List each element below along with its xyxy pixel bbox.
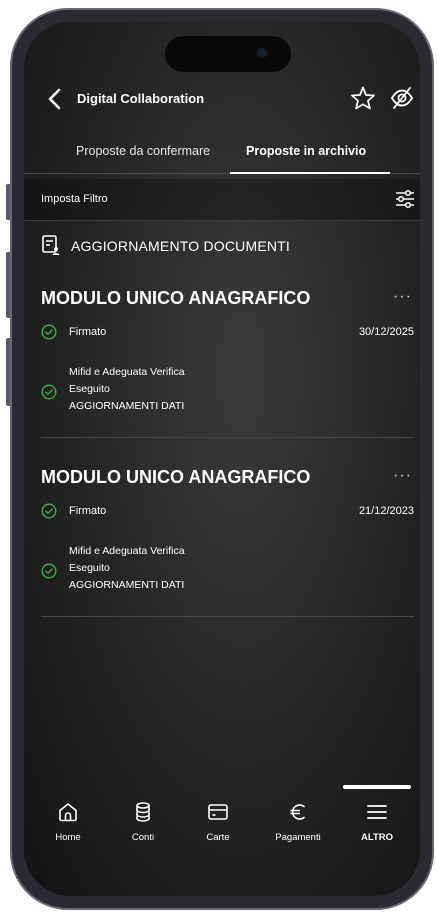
app-header: Digital Collaboration — [24, 84, 420, 116]
status-row: Firmato 30/12/2025 — [41, 324, 414, 342]
filter-bar[interactable]: Imposta Filtro — [24, 179, 420, 221]
nav-label: Conti — [131, 832, 155, 843]
star-icon[interactable] — [350, 85, 376, 111]
sub-status-block: Mifid e Adeguata Verifica Eseguito AGGIO… — [41, 545, 414, 597]
check-circle-icon — [41, 503, 57, 519]
check-circle-icon — [41, 563, 57, 579]
check-circle-icon — [41, 324, 57, 340]
sub-title: Mifid e Adeguata Verifica — [69, 545, 185, 557]
active-tab-indicator — [230, 172, 390, 174]
card-title: MODULO UNICO ANAGRAFICO — [41, 467, 311, 487]
database-icon — [136, 802, 150, 822]
section-title: AGGIORNAMENTO DOCUMENTI — [71, 238, 291, 254]
tab-proposte-da-confermare[interactable]: Proposte da confermare — [76, 144, 210, 158]
euro-icon — [290, 804, 305, 820]
nav-label: ALTRO — [360, 832, 393, 843]
nav-item-pagamenti[interactable]: Pagamenti — [258, 800, 338, 850]
nav-item-carte[interactable]: Carte — [178, 800, 258, 850]
nav-label: Carte — [206, 832, 230, 843]
sub-detail: AGGIORNAMENTI DATI — [69, 579, 185, 591]
sub-status: Eseguito — [69, 383, 110, 395]
more-options-icon[interactable]: ··· — [393, 467, 412, 485]
tab-bar: Proposte da confermare Proposte in archi… — [24, 134, 420, 174]
date-text: 21/12/2023 — [358, 505, 414, 517]
sub-status-block: Mifid e Adeguata Verifica Eseguito AGGIO… — [41, 366, 414, 418]
bottom-nav: Home Conti Carte Pagamenti ALTRO — [24, 792, 420, 852]
document-card[interactable]: MODULO UNICO ANAGRAFICO ··· Firmato 30/1… — [41, 288, 414, 438]
document-card[interactable]: MODULO UNICO ANAGRAFICO ··· Firmato 21/1… — [41, 467, 414, 617]
eye-off-icon[interactable] — [389, 85, 415, 111]
status-text: Firmato — [69, 326, 107, 338]
nav-label: Home — [55, 832, 81, 843]
nav-item-conti[interactable]: Conti — [103, 800, 183, 850]
check-circle-icon — [41, 384, 57, 400]
nav-item-home[interactable]: Home — [28, 800, 108, 850]
back-chevron-icon[interactable] — [44, 86, 66, 112]
sub-detail: AGGIORNAMENTI DATI — [69, 400, 185, 412]
filter-sliders-icon[interactable] — [394, 188, 416, 210]
app-screen: Digital Collaboration Proposte da confer… — [24, 22, 420, 896]
menu-icon — [367, 805, 387, 819]
card-icon — [208, 804, 228, 820]
sub-title: Mifid e Adeguata Verifica — [69, 366, 185, 378]
page-title: Digital Collaboration — [77, 91, 205, 106]
active-nav-indicator — [343, 785, 411, 789]
nav-item-altro[interactable]: ALTRO — [337, 800, 417, 850]
status-text: Firmato — [69, 505, 107, 517]
date-text: 30/12/2025 — [358, 326, 414, 338]
more-options-icon[interactable]: ··· — [393, 288, 412, 306]
status-row: Firmato 21/12/2023 — [41, 503, 414, 521]
tab-proposte-in-archivio[interactable]: Proposte in archivio — [246, 144, 366, 158]
dynamic-island — [165, 36, 291, 72]
filter-label: Imposta Filtro — [41, 193, 108, 205]
nav-label: Pagamenti — [275, 832, 321, 843]
home-icon — [59, 803, 77, 822]
sub-status: Eseguito — [69, 562, 110, 574]
card-title: MODULO UNICO ANAGRAFICO — [41, 288, 311, 308]
camera-icon — [257, 48, 267, 58]
document-user-icon — [42, 235, 60, 255]
